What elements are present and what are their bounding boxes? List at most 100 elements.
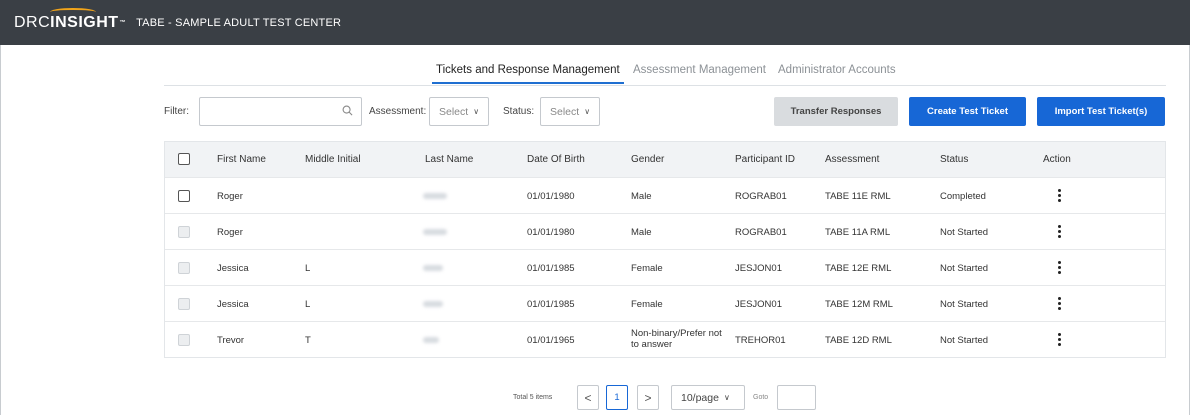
table-row: Jessica L 01/01/1985 Female JESJON01 TAB… — [165, 285, 1165, 321]
cell-middle-initial: T — [305, 335, 311, 346]
tab-assessment-management[interactable]: Assessment Management — [633, 64, 766, 76]
cell-status: Not Started — [940, 299, 989, 310]
cell-dob: 01/01/1985 — [527, 299, 575, 310]
pagination: Total 5 items < 1 > 10/page ∨ Goto — [0, 385, 1190, 411]
app-header: DRC INSIGHT ™ TABE - SAMPLE ADULT TEST C… — [0, 0, 1190, 45]
cell-status: Not Started — [940, 335, 989, 346]
kebab-menu-icon[interactable] — [1058, 333, 1062, 347]
cell-assessment: TABE 12E RML — [825, 263, 892, 274]
cell-middle-initial: L — [305, 299, 311, 310]
cell-gender: Male — [631, 191, 652, 202]
cell-last-name-redacted — [423, 337, 439, 343]
col-status[interactable]: Status — [940, 154, 968, 165]
row-checkbox[interactable] — [178, 226, 190, 238]
cell-assessment: TABE 11E RML — [825, 191, 891, 202]
filter-search-input[interactable] — [199, 97, 362, 126]
cell-first-name: Roger — [217, 191, 243, 202]
page-size-value: 10/page — [681, 391, 719, 404]
status-select-value: Select — [550, 105, 580, 118]
table-row: Roger 01/01/1980 Male ROGRAB01 TABE 11E … — [165, 177, 1165, 213]
tab-administrator-accounts[interactable]: Administrator Accounts — [778, 64, 896, 76]
logo-drc-text: DRC — [14, 13, 51, 31]
transfer-responses-button[interactable]: Transfer Responses — [774, 97, 898, 126]
cell-participant-id: JESJON01 — [735, 263, 782, 274]
cell-gender: Female — [631, 299, 663, 310]
col-assessment[interactable]: Assessment — [825, 154, 879, 165]
drc-insight-logo[interactable]: DRC INSIGHT ™ — [14, 7, 127, 32]
prev-page-button[interactable]: < — [577, 385, 599, 410]
cell-dob: 01/01/1985 — [527, 263, 575, 274]
page-size-select[interactable]: 10/page ∨ — [671, 385, 745, 410]
cell-participant-id: TREHOR01 — [735, 335, 786, 346]
filter-row: Filter: Assessment: Select ∨ Status: Sel… — [164, 97, 1166, 127]
assessment-select[interactable]: Select ∨ — [429, 97, 489, 126]
col-date-of-birth[interactable]: Date Of Birth — [527, 154, 585, 165]
cell-first-name: Roger — [217, 227, 243, 238]
status-select[interactable]: Select ∨ — [540, 97, 600, 126]
cell-participant-id: ROGRAB01 — [735, 191, 787, 202]
table-row: Trevor T 01/01/1965 Non-binary/Prefer no… — [165, 321, 1165, 357]
assessment-filter-label: Assessment: — [369, 106, 427, 117]
col-first-name[interactable]: First Name — [217, 154, 266, 165]
cell-dob: 01/01/1965 — [527, 335, 575, 346]
cell-last-name-redacted — [423, 193, 447, 199]
row-checkbox[interactable] — [178, 298, 190, 310]
cell-status: Completed — [940, 191, 986, 202]
create-test-ticket-button[interactable]: Create Test Ticket — [909, 97, 1026, 126]
cell-assessment: TABE 11A RML — [825, 227, 891, 238]
col-gender[interactable]: Gender — [631, 154, 664, 165]
col-middle-initial[interactable]: Middle Initial — [305, 154, 361, 165]
left-border — [0, 45, 1, 415]
logo-trademark: ™ — [119, 19, 127, 26]
cell-last-name-redacted — [423, 229, 447, 235]
select-all-checkbox[interactable] — [178, 153, 190, 165]
cell-dob: 01/01/1980 — [527, 227, 575, 238]
search-icon — [342, 105, 353, 116]
cell-assessment: TABE 12D RML — [825, 335, 892, 346]
kebab-menu-icon[interactable] — [1058, 189, 1062, 203]
cell-status: Not Started — [940, 227, 989, 238]
status-filter-label: Status: — [503, 106, 535, 117]
logo-swoosh — [50, 7, 97, 16]
cell-first-name: Jessica — [217, 263, 249, 274]
filter-label: Filter: — [164, 106, 189, 117]
chevron-down-icon: ∨ — [473, 107, 480, 116]
cell-middle-initial: L — [305, 263, 311, 274]
pagination-total: Total 5 items — [513, 394, 553, 401]
cell-dob: 01/01/1980 — [527, 191, 575, 202]
row-checkbox[interactable] — [178, 334, 190, 346]
table-row: Jessica L 01/01/1985 Female JESJON01 TAB… — [165, 249, 1165, 285]
kebab-menu-icon[interactable] — [1058, 297, 1062, 311]
cell-assessment: TABE 12M RML — [825, 299, 893, 310]
main-tabs: Tickets and Response Management Assessme… — [164, 60, 1166, 86]
col-action: Action — [1043, 154, 1071, 165]
cell-status: Not Started — [940, 263, 989, 274]
goto-page-input[interactable] — [777, 385, 816, 410]
cell-participant-id: ROGRAB01 — [735, 227, 787, 238]
row-checkbox[interactable] — [178, 262, 190, 274]
logo-insight-text: INSIGHT — [50, 7, 119, 32]
chevron-down-icon: ∨ — [723, 393, 730, 402]
cell-gender: Male — [631, 227, 652, 238]
cell-gender: Female — [631, 263, 663, 274]
kebab-menu-icon[interactable] — [1058, 261, 1062, 275]
test-center-name: TABE - SAMPLE ADULT TEST CENTER — [136, 16, 342, 29]
tab-tickets-and-response-management[interactable]: Tickets and Response Management — [432, 64, 624, 84]
goto-label: Goto — [753, 394, 769, 401]
page-1-button[interactable]: 1 — [606, 385, 628, 410]
row-checkbox[interactable] — [178, 190, 190, 202]
kebab-menu-icon[interactable] — [1058, 225, 1062, 239]
assessment-select-value: Select — [439, 105, 469, 118]
logo-insight-label: INSIGHT — [50, 13, 119, 31]
cell-gender: Non-binary/Prefer not to answer — [631, 328, 722, 350]
next-page-button[interactable]: > — [637, 385, 659, 410]
col-last-name[interactable]: Last Name — [425, 154, 473, 165]
tickets-table: First Name Middle Initial Last Name Date… — [164, 141, 1166, 358]
cell-first-name: Trevor — [217, 335, 245, 346]
table-header: First Name Middle Initial Last Name Date… — [165, 142, 1165, 177]
col-participant-id[interactable]: Participant ID — [735, 154, 795, 165]
cell-last-name-redacted — [423, 301, 443, 307]
import-test-tickets-button[interactable]: Import Test Ticket(s) — [1037, 97, 1165, 126]
chevron-down-icon: ∨ — [584, 107, 591, 116]
cell-last-name-redacted — [423, 265, 443, 271]
